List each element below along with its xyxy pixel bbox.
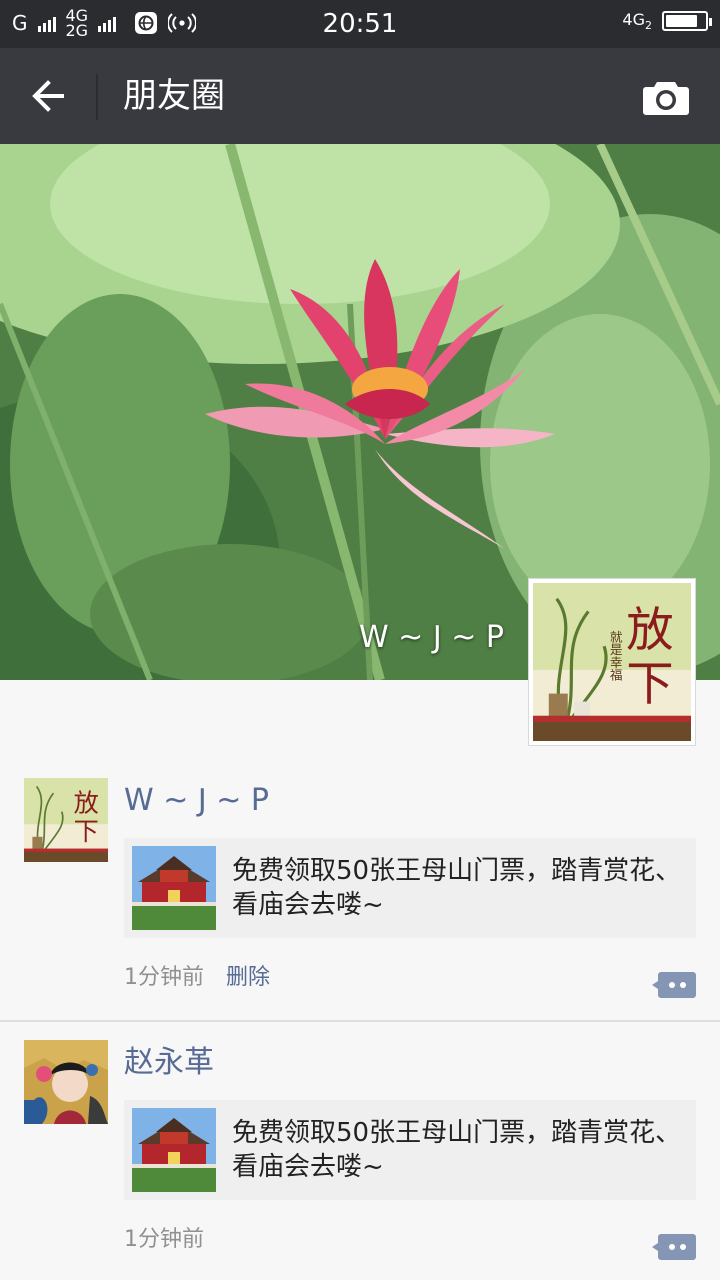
shared-link-card[interactable]: 免费领取50张王母山门票，踏青赏花、看庙会去喽~ [124, 1100, 696, 1200]
svg-text:放: 放 [74, 789, 99, 818]
nav-divider [96, 74, 98, 120]
cover-avatar[interactable]: 放 下 就是幸福 [528, 578, 696, 746]
network-type-right: 4G2 [622, 10, 652, 32]
svg-text:就是幸福: 就是幸福 [608, 630, 623, 681]
arrow-left-icon[interactable] [28, 76, 68, 116]
user-avatar-image: 放 下 就是幸福 [533, 583, 691, 741]
temple-thumbnail-image [132, 1108, 216, 1192]
page-title: 朋友圈 [123, 76, 225, 116]
status-bar: G 4G 2G 20:51 4G2 [0, 0, 720, 48]
shared-link-card[interactable]: 免费领取50张王母山门票，踏青赏花、看庙会去喽~ [124, 838, 696, 938]
post-time: 1分钟前 [124, 965, 204, 990]
moment-post: 放 下 W ~ J ~ P 免费领取50张王母山门票，踏青赏花、看庙会去喽~ 1… [0, 760, 720, 1020]
delete-button[interactable]: 删除 [226, 964, 270, 992]
svg-text:下: 下 [626, 657, 673, 712]
cover-owner-name: W ~ J ~ P [358, 620, 504, 655]
network-type-right-label: 4G [622, 10, 645, 29]
battery-level [666, 15, 698, 28]
clock: 20:51 [322, 9, 398, 39]
user-avatar-image: 放 下 [24, 778, 108, 862]
avatar[interactable] [24, 1040, 108, 1124]
avatar[interactable]: 放 下 [24, 778, 108, 862]
opera-avatar-image [24, 1040, 108, 1124]
battery-icon [662, 11, 712, 32]
post-time: 1分钟前 [124, 1227, 204, 1252]
status-right: 4G2 [622, 10, 712, 32]
link-thumbnail [132, 1108, 216, 1192]
link-thumbnail [132, 846, 216, 930]
network-type-right-sub: 2 [645, 19, 652, 33]
link-title: 免费领取50张王母山门票，踏青赏花、看庙会去喽~ [232, 1118, 682, 1182]
post-meta: 1分钟前 [124, 1226, 204, 1254]
temple-thumbnail-image [132, 846, 216, 930]
camera-icon[interactable] [642, 76, 690, 116]
svg-text:下: 下 [74, 817, 99, 846]
poster-name[interactable]: 赵永革 [124, 1044, 214, 1082]
moment-post: 赵永革 免费领取50张王母山门票，踏青赏花、看庙会去喽~ 1分钟前 [0, 1022, 720, 1280]
title-bar: 朋友圈 [0, 48, 720, 144]
comment-icon[interactable] [652, 1232, 696, 1262]
svg-text:放: 放 [626, 603, 673, 658]
poster-name[interactable]: W ~ J ~ P [124, 782, 269, 820]
comment-icon[interactable] [652, 970, 696, 1000]
post-meta: 1分钟前 删除 [124, 964, 270, 992]
link-title: 免费领取50张王母山门票，踏青赏花、看庙会去喽~ [232, 856, 682, 920]
